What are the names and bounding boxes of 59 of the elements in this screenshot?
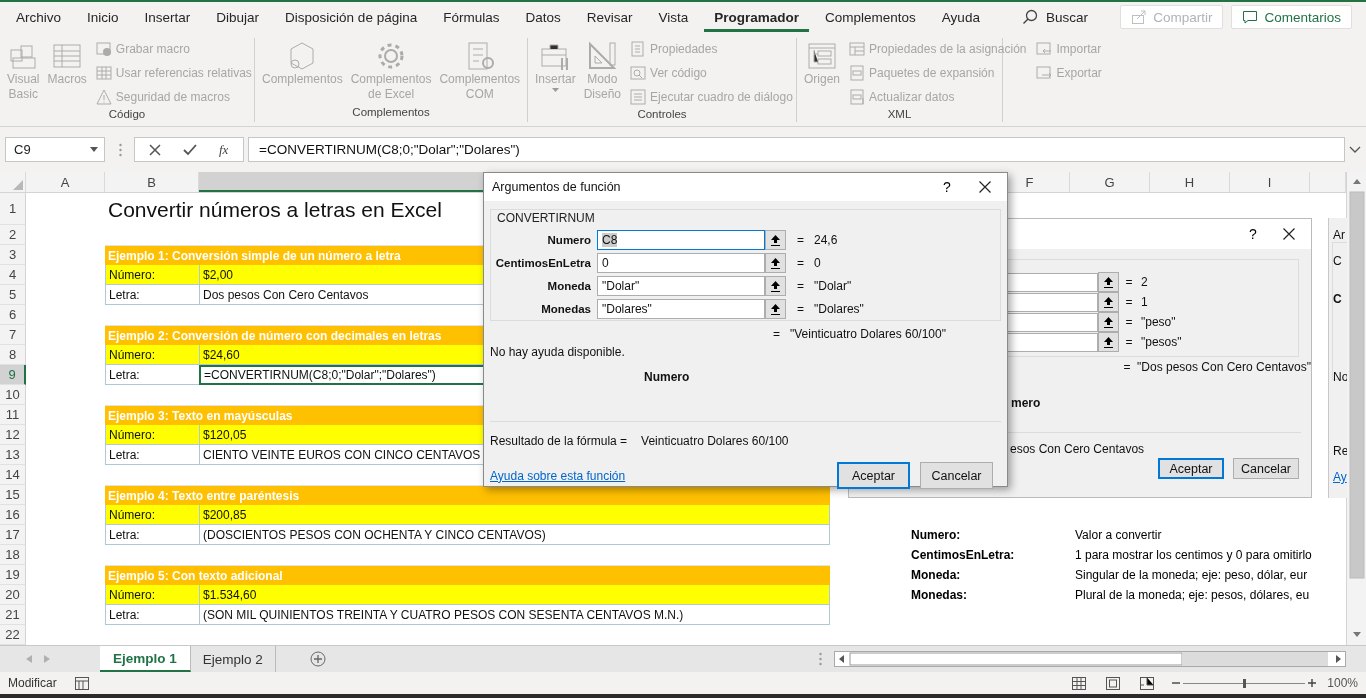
group-label: Código — [107, 108, 147, 122]
table-cell: Letra: — [105, 365, 199, 385]
section-header: Ejemplo 5: Con texto adicional — [105, 565, 830, 585]
argument-term: CentimosEnLetra: — [910, 548, 1016, 562]
equals-sign: = — [1124, 275, 1134, 289]
dialog-text: Ar — [1333, 228, 1345, 242]
table-cell: Letra: — [105, 445, 199, 465]
argument-label: Numero — [546, 234, 592, 246]
argument-value: 1 — [1141, 295, 1148, 309]
dialog-text: C — [1333, 292, 1342, 306]
group-label: Complementos — [351, 106, 431, 120]
equals-sign: = — [1124, 295, 1134, 309]
equals-sign: = — [796, 233, 805, 247]
function-name: CONVERTIRNUM — [496, 210, 596, 227]
function-description: No hay ayuda disponible. — [489, 344, 626, 361]
equals-sign: = — [772, 327, 781, 341]
argument-value: "pesos" — [1141, 335, 1182, 349]
formula-result: esos Con Cero Centavos — [1009, 442, 1146, 458]
equals-sign: = — [1124, 315, 1134, 329]
group-label: Controles — [636, 108, 688, 122]
section-header: Ejemplo 4: Texto entre paréntesis — [105, 485, 830, 505]
argument-term: Numero: — [910, 528, 962, 542]
argument-value: 2 — [1141, 275, 1148, 289]
table-cell: Número: — [105, 425, 199, 445]
argument-value: "Dolares" — [814, 302, 865, 316]
argument-label: Moneda — [546, 280, 592, 292]
argument-description: Singular de la moneda; eje: peso, dólar, eur — [1075, 568, 1308, 582]
argument-term: Monedas: — [910, 588, 968, 602]
sheet-title: Convertir números a letras en Excel — [107, 197, 443, 223]
argument-value: 24,6 — [814, 233, 839, 247]
equals-sign: = — [796, 302, 805, 316]
argument-value: "Dolar" — [814, 279, 853, 293]
equals-sign: = — [1122, 360, 1132, 374]
formula-result-label: Resultado de la fórmula = — [490, 434, 628, 448]
argument-term: Moneda: — [910, 568, 962, 582]
table-cell: Número: — [105, 265, 199, 285]
formula-result: Veinticuatro Dolares 60/100 — [641, 434, 789, 448]
argument-description: Valor a convertir — [1075, 528, 1162, 542]
argument-label: Monedas — [540, 303, 592, 315]
argument-help-name: Numero — [643, 369, 691, 386]
argument-value: "peso" — [1141, 315, 1176, 329]
equals-sign: = — [1124, 335, 1134, 349]
table-cell: Número: — [105, 585, 199, 605]
table-cell: Letra: — [105, 525, 199, 545]
table-cell: Número: — [105, 345, 199, 365]
table-cell: Letra: — [105, 605, 199, 625]
dialog-text: No — [1333, 370, 1347, 384]
dialog-title: Argumentos de función — [492, 180, 622, 194]
dialog-text: C — [1333, 254, 1342, 268]
status-mode: Modificar — [8, 676, 57, 690]
table-cell: Número: — [105, 505, 199, 525]
group-label: XML — [886, 108, 913, 122]
function-result: "Dos pesos Con Cero Centavos" — [1137, 360, 1311, 374]
argument-help-name: mero — [1010, 395, 1042, 412]
dialog-text: Re — [1333, 444, 1347, 458]
argument-description: Plural de la moneda; eje: pesos, dólares, eu — [1075, 588, 1310, 602]
argument-description: 1 para mostrar los centimos y 0 para omitirlo — [1075, 548, 1312, 562]
equals-sign: = — [796, 279, 805, 293]
table-cell: Letra: — [105, 285, 199, 305]
